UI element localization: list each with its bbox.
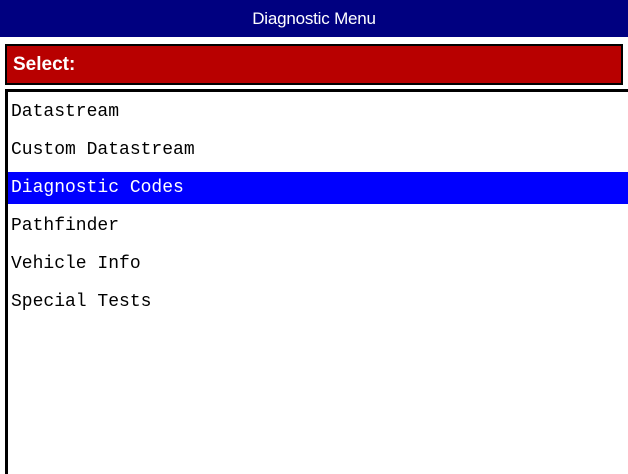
- menu-item-pathfinder[interactable]: Pathfinder: [8, 210, 628, 242]
- select-header: Select:: [5, 44, 623, 85]
- menu-item-custom-datastream[interactable]: Custom Datastream: [8, 134, 628, 166]
- window-title: Diagnostic Menu: [252, 8, 376, 28]
- menu-item-label: Diagnostic Codes: [11, 178, 184, 198]
- menu-item-label: Vehicle Info: [11, 254, 141, 274]
- menu-item-diagnostic-codes[interactable]: Diagnostic Codes: [8, 172, 628, 204]
- menu-item-special-tests[interactable]: Special Tests: [8, 286, 628, 318]
- menu-item-datastream[interactable]: Datastream: [8, 96, 628, 128]
- menu-item-vehicle-info[interactable]: Vehicle Info: [8, 248, 628, 280]
- select-label: Select:: [13, 53, 76, 75]
- menu-item-label: Special Tests: [11, 292, 152, 312]
- menu-list: Datastream Custom Datastream Diagnostic …: [5, 89, 628, 474]
- menu-item-label: Pathfinder: [11, 216, 120, 236]
- diagnostic-menu-screen: Diagnostic Menu Select: Datastream Custo…: [0, 0, 628, 474]
- menu-item-label: Custom Datastream: [11, 140, 195, 160]
- menu-item-label: Datastream: [11, 102, 120, 122]
- window-title-bar: Diagnostic Menu: [0, 0, 628, 37]
